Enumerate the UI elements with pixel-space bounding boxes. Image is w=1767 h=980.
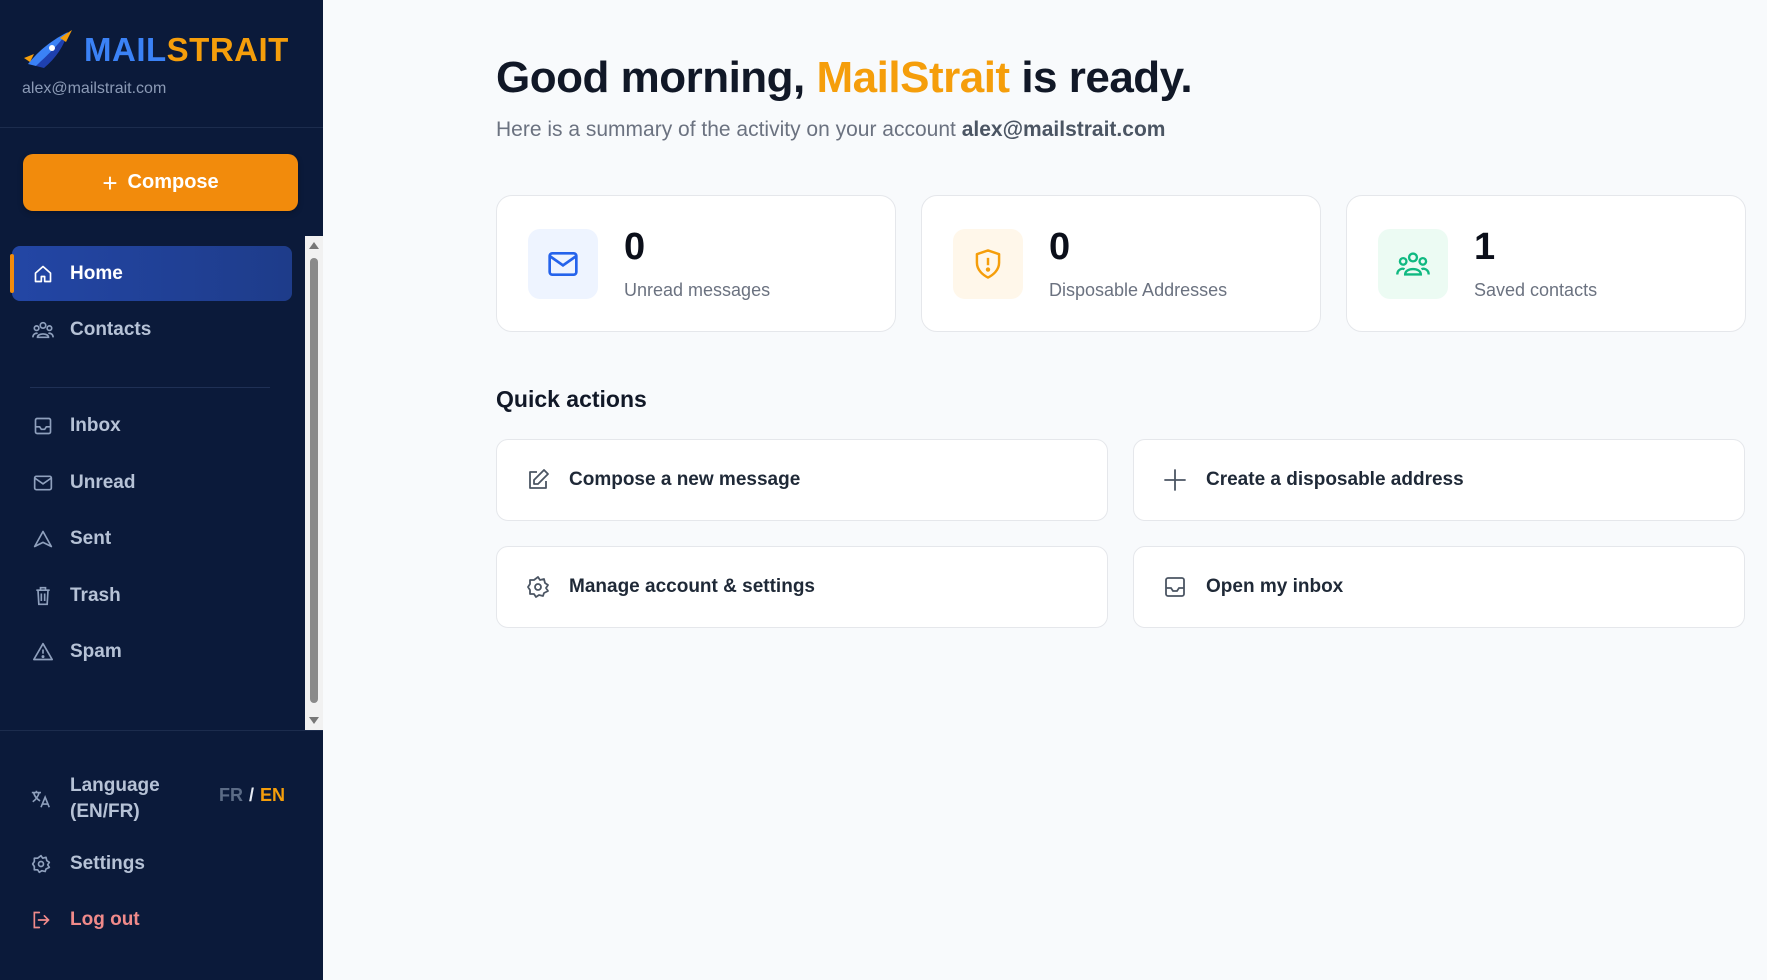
translate-icon bbox=[30, 788, 52, 810]
compose-message-button[interactable]: Compose a new message bbox=[496, 439, 1108, 521]
sidebar-item-unread[interactable]: Unread bbox=[12, 455, 292, 510]
plus-icon bbox=[1162, 467, 1188, 493]
settings-label: Settings bbox=[70, 853, 145, 874]
mail-icon bbox=[528, 229, 598, 299]
contacts-icon bbox=[32, 319, 54, 341]
users-icon bbox=[1378, 229, 1448, 299]
page-title: Good morning, MailStrait is ready. bbox=[496, 53, 1193, 102]
account-email: alex@mailstrait.com bbox=[22, 80, 167, 97]
lang-fr-option[interactable]: FR bbox=[219, 785, 243, 805]
page-subtitle: Here is a summary of the activity on you… bbox=[496, 118, 1166, 141]
app: MAILSTRAIT alex@mailstrait.com + Compose… bbox=[0, 0, 1767, 980]
lang-en-option[interactable]: EN bbox=[260, 785, 285, 805]
sidebar-nav: Home Contacts Inbox Unread Sent Trash Sp… bbox=[0, 236, 305, 730]
compose-label: Compose bbox=[127, 171, 219, 193]
stat-label: Saved contacts bbox=[1474, 280, 1598, 300]
mail-icon bbox=[32, 472, 54, 494]
logout-item[interactable]: Log out bbox=[30, 909, 140, 931]
sidebar-footer: Language (EN/FR) FR / EN Settings Log out bbox=[0, 730, 323, 930]
stat-value: 0 bbox=[1049, 226, 1071, 268]
main-content: Good morning, MailStrait is ready. Here … bbox=[323, 0, 1767, 980]
scroll-thumb[interactable] bbox=[310, 258, 318, 703]
edit-icon bbox=[525, 467, 551, 493]
gear-icon bbox=[525, 574, 551, 600]
shield-icon bbox=[953, 229, 1023, 299]
sidebar-item-sent[interactable]: Sent bbox=[12, 511, 292, 566]
inbox-icon bbox=[1162, 574, 1188, 600]
sidebar-item-contacts[interactable]: Contacts bbox=[12, 302, 292, 357]
language-switch[interactable]: FR / EN bbox=[219, 785, 285, 806]
sidebar-item-spam[interactable]: Spam bbox=[12, 624, 292, 679]
sidebar-item-trash[interactable]: Trash bbox=[12, 568, 292, 623]
qa-label: Open my inbox bbox=[1206, 576, 1344, 597]
brand-header: MAILSTRAIT alex@mailstrait.com bbox=[0, 0, 323, 128]
quick-actions-title: Quick actions bbox=[496, 386, 647, 412]
open-inbox-button[interactable]: Open my inbox bbox=[1133, 546, 1745, 628]
language-item[interactable]: Language (EN/FR) bbox=[30, 773, 160, 824]
stat-card-contacts[interactable]: 1 Saved contacts bbox=[1346, 195, 1746, 332]
plus-icon: + bbox=[102, 167, 118, 198]
manage-settings-button[interactable]: Manage account & settings bbox=[496, 546, 1108, 628]
sidebar-item-inbox[interactable]: Inbox bbox=[12, 398, 292, 453]
sidebar-item-label: Sent bbox=[70, 527, 112, 549]
stat-label: Unread messages bbox=[624, 280, 771, 300]
sidebar: MAILSTRAIT alex@mailstrait.com + Compose… bbox=[0, 0, 323, 980]
logout-icon bbox=[30, 909, 52, 931]
create-disposable-button[interactable]: Create a disposable address bbox=[1133, 439, 1745, 521]
home-icon bbox=[32, 263, 54, 285]
scroll-down-arrow[interactable] bbox=[309, 717, 319, 724]
gear-icon bbox=[30, 853, 52, 875]
logo-icon bbox=[24, 30, 72, 68]
qa-label: Create a disposable address bbox=[1206, 469, 1464, 490]
send-icon bbox=[32, 528, 54, 550]
sidebar-item-label: Inbox bbox=[70, 414, 121, 436]
sidebar-item-label: Unread bbox=[70, 471, 136, 493]
sidebar-item-label: Home bbox=[70, 262, 123, 284]
brand-name: MAILSTRAIT bbox=[84, 31, 289, 68]
trash-icon bbox=[32, 585, 54, 607]
scroll-up-arrow[interactable] bbox=[309, 242, 319, 249]
settings-item[interactable]: Settings bbox=[30, 853, 145, 875]
stat-card-disposable[interactable]: 0 Disposable Addresses bbox=[921, 195, 1321, 332]
logout-label: Log out bbox=[70, 909, 140, 930]
language-label: Language (EN/FR) bbox=[70, 775, 160, 822]
sidebar-item-label: Trash bbox=[70, 584, 121, 606]
stat-label: Disposable Addresses bbox=[1049, 280, 1228, 300]
sidebar-item-label: Contacts bbox=[70, 318, 152, 340]
account-email-bold: alex@mailstrait.com bbox=[961, 118, 1166, 141]
qa-label: Manage account & settings bbox=[569, 576, 815, 597]
nav-divider bbox=[30, 387, 270, 388]
warning-icon bbox=[32, 641, 54, 663]
inbox-icon bbox=[32, 415, 54, 437]
sidebar-item-label: Spam bbox=[70, 640, 122, 662]
sidebar-item-home[interactable]: Home bbox=[10, 246, 292, 301]
stat-value: 0 bbox=[624, 226, 646, 268]
sidebar-scrollbar[interactable] bbox=[305, 236, 323, 730]
stat-card-unread[interactable]: 0 Unread messages bbox=[496, 195, 896, 332]
qa-label: Compose a new message bbox=[569, 469, 801, 490]
stat-value: 1 bbox=[1474, 226, 1496, 268]
compose-button[interactable]: + Compose bbox=[23, 154, 298, 211]
